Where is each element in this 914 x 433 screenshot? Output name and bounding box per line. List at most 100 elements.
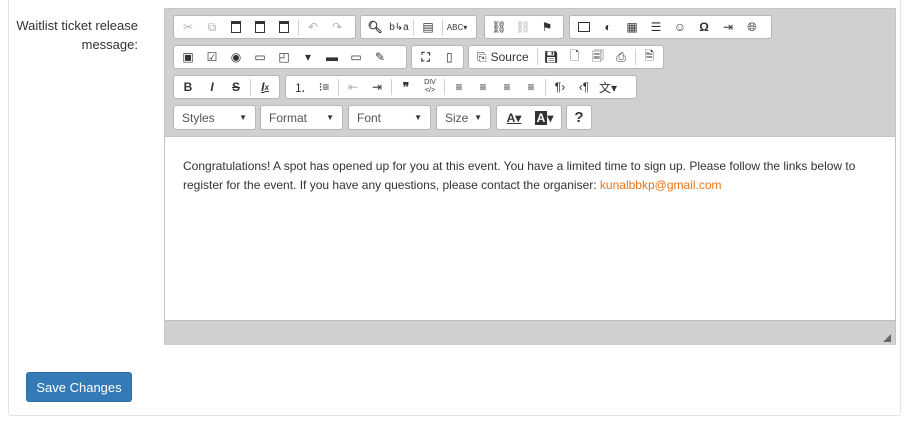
styles-dropdown-label: Styles [182, 110, 215, 125]
horizontal-line-icon[interactable]: ☰ [644, 17, 668, 37]
select-field-icon[interactable]: ▾ [296, 47, 320, 67]
basic-styles-group: B I S Ix [173, 75, 280, 99]
toolbar-separator [536, 49, 538, 65]
replace-icon[interactable]: b↳a [387, 17, 411, 37]
table-icon[interactable]: ▦ [620, 17, 644, 37]
blockquote-icon[interactable]: ❞ [394, 77, 418, 97]
save-changes-button[interactable]: Save Changes [26, 372, 132, 402]
resize-handle-icon[interactable] [883, 334, 891, 342]
image-button-icon[interactable]: ▭ [344, 47, 368, 67]
preview-icon[interactable]: 🗐 [586, 47, 609, 67]
page-break-icon[interactable]: ⇥ [716, 17, 740, 37]
bold-icon[interactable]: B [176, 77, 200, 97]
show-blocks-icon[interactable]: ▯ [438, 47, 462, 67]
source-icon: ⎘ [477, 49, 487, 64]
print-icon[interactable]: ⎙ [609, 47, 632, 67]
redo-icon[interactable]: ↷ [325, 17, 349, 37]
new-page-icon[interactable]: 🗋 [563, 47, 586, 67]
maximize-icon[interactable]: ⛶ [414, 47, 438, 67]
view-group: ⛶ ▯ [411, 45, 464, 69]
templates-icon[interactable]: 🗎 [638, 47, 661, 67]
font-dropdown-label: Font [357, 110, 382, 125]
source-button[interactable]: ⎘ Source [471, 47, 535, 67]
editor-content-area[interactable]: Congratulations! A spot has opened up fo… [165, 136, 895, 320]
chevron-down-icon: ▼ [414, 113, 422, 122]
outdent-icon[interactable]: ⇤ [341, 77, 365, 97]
rich-text-editor: ✂ ⧉ ↶ ↷ 🔍︎ b↳a ▤ ABC ▾ ⛓ ⛓ ⚑ ◐ ▦ ☰ ☺ Ω ⇥… [164, 8, 896, 345]
link-icon[interactable]: ⛓ [487, 17, 511, 37]
iframe-globe-icon[interactable]: 🌐︎ [740, 17, 764, 37]
form-icon[interactable]: ▣ [176, 47, 200, 67]
language-icon[interactable]: 文▾ [596, 77, 620, 97]
waitlist-message-label: Waitlist ticket release message: [16, 18, 138, 52]
format-dropdown[interactable]: Format ▼ [260, 105, 343, 130]
text-color-icon[interactable]: A▾ [499, 108, 529, 128]
undo-icon[interactable]: ↶ [301, 17, 325, 37]
cut-icon[interactable]: ✂ [176, 17, 200, 37]
find-icon[interactable]: 🔍︎ [363, 17, 387, 37]
paste-text-icon[interactable] [248, 17, 272, 37]
align-left-icon[interactable]: ≡ [447, 77, 471, 97]
remove-format-icon[interactable]: Ix [253, 77, 277, 97]
toolbar-separator [545, 79, 546, 95]
align-center-icon[interactable]: ≡ [471, 77, 495, 97]
numbered-list-icon[interactable]: ⒈ [288, 77, 312, 97]
ltr-icon[interactable]: ¶› [548, 77, 572, 97]
paste-from-word-icon[interactable] [272, 17, 296, 37]
size-dropdown[interactable]: Size ▼ [436, 105, 491, 130]
hidden-field-icon[interactable]: ✎ [368, 47, 392, 67]
organiser-email-link[interactable]: kunalbbkp@gmail.com [600, 178, 722, 192]
align-right-icon[interactable]: ≡ [495, 77, 519, 97]
textarea-icon[interactable]: ◰ [272, 47, 296, 67]
toolbar-separator [338, 79, 339, 95]
justify-icon[interactable]: ≡ [519, 77, 543, 97]
smiley-icon[interactable]: ☺ [668, 17, 692, 37]
help-group: ? [566, 105, 592, 130]
toolbar-separator [442, 19, 443, 35]
editor-toolbar: ✂ ⧉ ↶ ↷ 🔍︎ b↳a ▤ ABC ▾ ⛓ ⛓ ⚑ ◐ ▦ ☰ ☺ Ω ⇥… [165, 9, 895, 136]
font-dropdown[interactable]: Font ▼ [348, 105, 431, 130]
text-field-icon[interactable]: ▭ [248, 47, 272, 67]
document-group: ⎘ Source 💾︎ 🗋 🗐 ⎙ 🗎 [468, 45, 664, 69]
help-button[interactable]: ? [569, 108, 589, 128]
image-icon[interactable] [572, 17, 596, 37]
div-label: DIV [424, 79, 436, 86]
source-label: Source [490, 50, 529, 64]
waitlist-message-text: Congratulations! A spot has opened up fo… [183, 157, 877, 195]
flash-icon[interactable]: ◐ [596, 17, 620, 37]
forms-group: ▣ ☑ ◉ ▭ ◰ ▾ ▬ ▭ ✎ [173, 45, 407, 69]
save-icon[interactable]: 💾︎ [540, 47, 563, 67]
paste-icon[interactable] [224, 17, 248, 37]
size-dropdown-label: Size [445, 110, 469, 125]
create-div-icon[interactable]: DIV </> [418, 77, 442, 97]
insert-group: ◐ ▦ ☰ ☺ Ω ⇥ 🌐︎ [569, 15, 772, 39]
paragraph-group: ⒈ ⁝≡ ⇤ ⇥ ❞ DIV </> ≡ ≡ ≡ ≡ ¶› ‹¶ 文▾ [285, 75, 637, 99]
special-char-icon[interactable]: Ω [692, 17, 716, 37]
clipboard-group: ✂ ⧉ ↶ ↷ [173, 15, 356, 39]
indent-icon[interactable]: ⇥ [365, 77, 389, 97]
button-icon[interactable]: ▬ [320, 47, 344, 67]
toolbar-separator [250, 79, 251, 95]
spellcheck-icon[interactable]: ABC ▾ [445, 17, 469, 37]
editing-group: 🔍︎ b↳a ▤ ABC ▾ [360, 15, 477, 39]
message-body: Congratulations! A spot has opened up fo… [183, 159, 856, 192]
background-color-icon[interactable]: A ▾ [529, 108, 559, 128]
select-all-icon[interactable]: ▤ [416, 17, 440, 37]
chevron-down-icon: ▼ [326, 113, 334, 122]
unlink-icon[interactable]: ⛓ [511, 17, 535, 37]
radio-icon[interactable]: ◉ [224, 47, 248, 67]
styles-dropdown[interactable]: Styles ▼ [173, 105, 256, 130]
editor-status-bar [165, 320, 895, 345]
anchor-flag-icon[interactable]: ⚑ [535, 17, 559, 37]
toolbar-separator [634, 49, 636, 65]
italic-icon[interactable]: I [200, 77, 224, 97]
rtl-icon[interactable]: ‹¶ [572, 77, 596, 97]
toolbar-separator [444, 79, 445, 95]
chevron-down-icon: ▼ [239, 113, 247, 122]
bulleted-list-icon[interactable]: ⁝≡ [312, 77, 336, 97]
chevron-down-icon: ▼ [474, 113, 482, 122]
copy-icon[interactable]: ⧉ [200, 17, 224, 37]
toolbar-separator [413, 19, 414, 35]
strike-icon[interactable]: S [224, 77, 248, 97]
checkbox-icon[interactable]: ☑ [200, 47, 224, 67]
